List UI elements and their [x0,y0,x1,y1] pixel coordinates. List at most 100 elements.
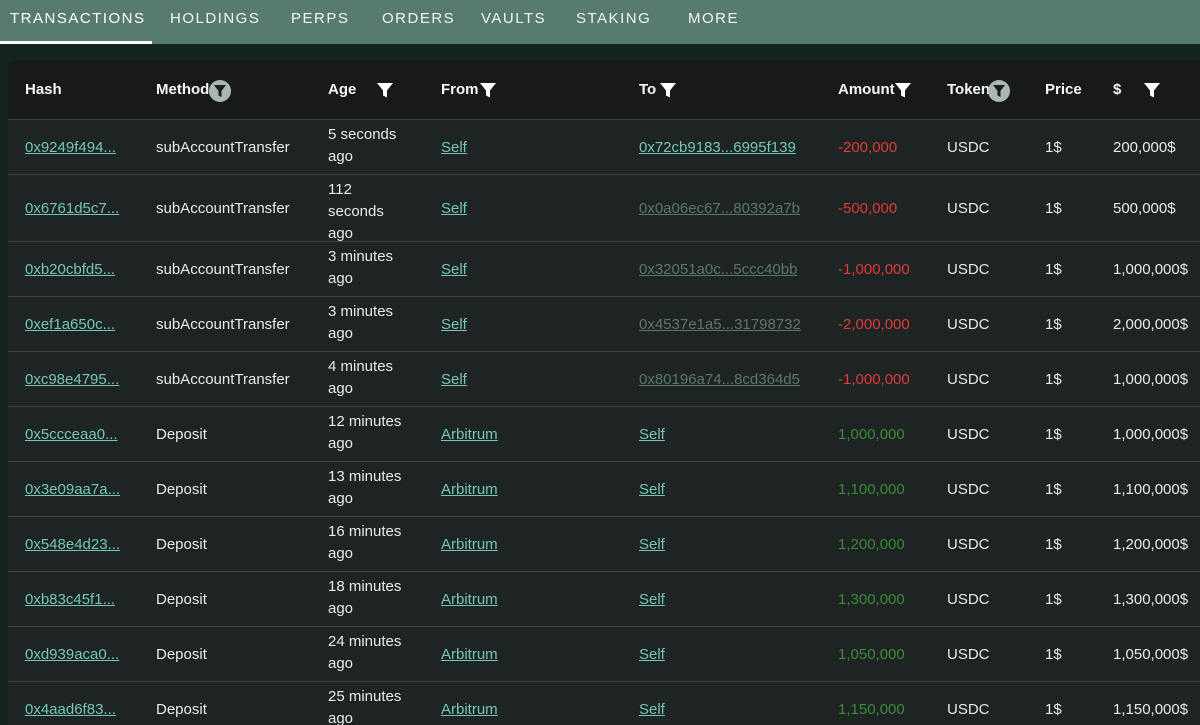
tab-more[interactable]: MORE [688,0,739,44]
from-link[interactable]: Arbitrum [441,701,498,718]
tab-staking[interactable]: STAKING [576,0,651,44]
from-link[interactable]: Self [441,371,467,388]
amount-cell: -1,000,000 [838,370,910,388]
price-cell: 1$ [1045,480,1062,498]
to-link[interactable]: Self [639,426,665,443]
age-cell: 4 minutes ago [328,358,394,397]
age-filter-icon[interactable] [376,81,394,99]
method-cell: subAccountTransfer [156,138,290,156]
column-header-method: Method [156,81,210,98]
amount-cell: 1,050,000 [838,645,905,663]
column-header-age: Age [328,81,357,98]
tab-orders[interactable]: ORDERS [382,0,455,44]
method-cell: Deposit [156,645,207,663]
from-link[interactable]: Self [441,139,467,156]
to-filter-icon[interactable] [659,81,677,99]
from-link[interactable]: Arbitrum [441,536,498,553]
method-cell: subAccountTransfer [156,199,290,217]
column-header-usd: $ [1113,81,1122,98]
price-cell: 1$ [1045,645,1062,663]
hash-link[interactable]: 0xef1a650c... [25,316,115,333]
method-filter-icon[interactable] [209,80,231,102]
method-cell: Deposit [156,480,207,498]
tab-perps[interactable]: PERPS [291,0,349,44]
usd-value-cell: 1,150,000$ [1113,700,1189,718]
age-cell: 13 minutes ago [328,468,402,507]
token-cell: USDC [947,138,990,156]
amount-cell: -500,000 [838,199,898,217]
token-filter-icon[interactable] [988,80,1010,102]
price-cell: 1$ [1045,700,1062,718]
amount-cell: 1,300,000 [838,590,905,608]
from-link[interactable]: Arbitrum [441,481,498,498]
column-header-to: To [639,81,657,98]
age-cell: 12 minutes ago [328,413,402,452]
price-cell: 1$ [1045,138,1062,156]
method-cell: Deposit [156,425,207,443]
hash-link[interactable]: 0xb20cbfd5... [25,261,115,278]
hash-link[interactable]: 0x4aad6f83... [25,701,116,718]
age-cell: 24 minutes ago [328,633,402,672]
age-cell: 25 minutes ago [328,688,402,725]
from-link[interactable]: Self [441,200,467,217]
usd-value-cell: 2,000,000$ [1113,315,1189,333]
usd-value-cell: 500,000$ [1113,199,1176,217]
price-cell: 1$ [1045,535,1062,553]
from-link[interactable]: Arbitrum [441,426,498,443]
from-link[interactable]: Arbitrum [441,591,498,608]
method-cell: Deposit [156,590,207,608]
hash-link[interactable]: 0x3e09aa7a... [25,481,120,498]
token-cell: USDC [947,535,990,553]
usd-value-cell: 1,300,000$ [1113,590,1189,608]
amount-cell: 1,100,000 [838,480,905,498]
column-header-hash: Hash [25,81,62,98]
price-cell: 1$ [1045,260,1062,278]
age-cell: 3 minutes ago [328,248,394,287]
from-filter-icon[interactable] [479,81,497,99]
to-link[interactable]: 0x4537e1a5...31798732 [639,316,801,333]
hash-link[interactable]: 0x6761d5c7... [25,200,119,217]
usd-value-cell: 1,000,000$ [1113,370,1189,388]
usd-value-cell: 200,000$ [1113,138,1176,156]
usd-filter-icon[interactable] [1143,81,1161,99]
price-cell: 1$ [1045,370,1062,388]
token-cell: USDC [947,315,990,333]
active-tab-indicator [0,41,152,44]
price-cell: 1$ [1045,315,1062,333]
to-link[interactable]: 0x80196a74...8cd364d5 [639,371,800,388]
to-link[interactable]: Self [639,701,665,718]
amount-cell: -1,000,000 [838,260,910,278]
price-cell: 1$ [1045,199,1062,217]
to-link[interactable]: 0x32051a0c...5ccc40bb [639,261,797,278]
hash-link[interactable]: 0xd939aca0... [25,646,119,663]
column-header-token: Token [947,81,991,98]
amount-cell: -200,000 [838,138,898,156]
to-link[interactable]: Self [639,536,665,553]
hash-link[interactable]: 0x5ccceaa0... [25,426,118,443]
amount-cell: 1,000,000 [838,425,905,443]
from-link[interactable]: Self [441,261,467,278]
token-cell: USDC [947,370,990,388]
price-cell: 1$ [1045,590,1062,608]
to-link[interactable]: Self [639,646,665,663]
amount-cell: 1,150,000 [838,700,905,718]
to-link[interactable]: Self [639,591,665,608]
to-link[interactable]: 0x72cb9183...6995f139 [639,139,796,156]
to-link[interactable]: 0x0a06ec67...80392a7b [639,200,800,217]
tab-holdings[interactable]: HOLDINGS [170,0,260,44]
method-cell: subAccountTransfer [156,370,290,388]
tab-transactions[interactable]: TRANSACTIONS [10,0,146,44]
from-link[interactable]: Self [441,316,467,333]
token-cell: USDC [947,590,990,608]
age-cell: 112 seconds ago [328,181,384,242]
hash-link[interactable]: 0x548e4d23... [25,536,120,553]
tab-vaults[interactable]: VAULTS [481,0,546,44]
age-cell: 18 minutes ago [328,578,402,617]
amount-filter-icon[interactable] [894,81,912,99]
hash-link[interactable]: 0x9249f494... [25,139,116,156]
to-link[interactable]: Self [639,481,665,498]
hash-link[interactable]: 0xb83c45f1... [25,591,115,608]
hash-link[interactable]: 0xc98e4795... [25,371,119,388]
age-cell: 5 seconds ago [328,126,397,165]
from-link[interactable]: Arbitrum [441,646,498,663]
